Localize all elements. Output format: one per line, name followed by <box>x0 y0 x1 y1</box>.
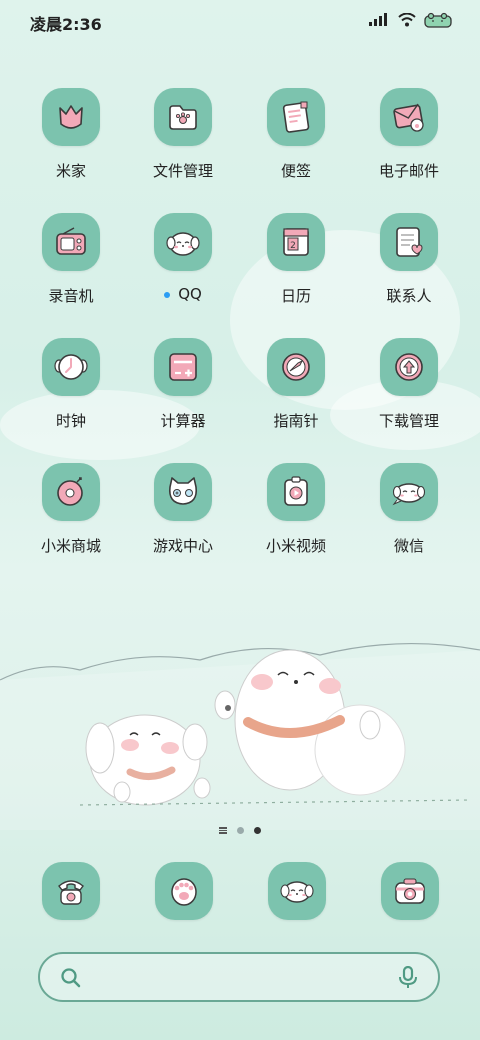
status-time: 凌晨2:36 <box>30 15 102 34</box>
app-icon-tile: 2 <box>267 213 325 271</box>
wechat-icon <box>392 483 426 506</box>
app-label: 文件管理 <box>152 162 213 180</box>
app-label: 便签 <box>280 162 311 180</box>
dock-phone[interactable] <box>42 862 100 920</box>
app-notes[interactable]: 便签 <box>240 88 352 208</box>
email-icon <box>393 103 424 132</box>
recorder-icon <box>56 227 86 255</box>
app-label: 米家 <box>55 162 86 180</box>
app-icon-tile <box>155 862 213 920</box>
app-label: 下载管理 <box>378 412 439 430</box>
status-bar: 凌晨2:36 <box>0 0 480 44</box>
search-icon <box>61 968 81 988</box>
app-file-manager[interactable]: 文件管理 <box>127 88 239 208</box>
app-icon-tile <box>380 338 438 396</box>
dock-camera[interactable] <box>381 862 439 920</box>
app-label: 联系人 <box>386 287 432 305</box>
puppy-browser-icon <box>280 881 314 903</box>
app-icon-tile <box>42 213 100 271</box>
app-label: 小米视频 <box>265 537 326 555</box>
wifi-icon <box>398 13 416 27</box>
app-icon-tile <box>380 88 438 146</box>
app-icon-tile <box>42 88 100 146</box>
dock-messages[interactable] <box>155 862 213 920</box>
notes-icon <box>282 101 310 133</box>
search-bar[interactable] <box>38 952 440 1002</box>
app-label: 时钟 <box>55 412 86 430</box>
contacts-icon <box>396 227 423 257</box>
app-icon-tile <box>267 88 325 146</box>
qq-icon <box>166 232 200 256</box>
app-icon-tile <box>154 338 212 396</box>
page-dot-2-active <box>254 826 261 834</box>
app-contacts[interactable]: 联系人 <box>353 213 465 333</box>
app-icon-tile <box>42 463 100 521</box>
game-center-icon <box>168 477 198 505</box>
app-recorder[interactable]: 录音机 <box>15 213 127 333</box>
app-icon-tile <box>268 862 326 920</box>
battery-icon <box>424 12 452 28</box>
app-icon-tile <box>381 862 439 920</box>
app-label: 电子邮件 <box>378 162 439 180</box>
page-dot-1 <box>237 826 244 834</box>
app-email[interactable]: 电子邮件 <box>353 88 465 208</box>
app-icon-tile <box>267 338 325 396</box>
app-icon-tile <box>380 463 438 521</box>
paw-messages-icon <box>171 878 197 906</box>
app-icon-tile <box>380 213 438 271</box>
microphone-icon[interactable] <box>398 966 418 990</box>
signal-bars-icon <box>369 13 387 26</box>
app-icon-tile <box>42 338 100 396</box>
calculator-icon <box>169 353 197 381</box>
app-mi-store[interactable]: 小米商城 <box>15 463 127 583</box>
app-download-manager[interactable]: 下载管理 <box>353 338 465 458</box>
phone-icon <box>58 880 84 905</box>
page-indicator[interactable] <box>0 824 480 836</box>
app-label: 录音机 <box>48 287 94 305</box>
app-label: QQ <box>127 285 239 303</box>
camera-icon <box>395 878 425 904</box>
app-label: 微信 <box>393 537 424 555</box>
app-icon-tile <box>154 88 212 146</box>
download-icon <box>395 353 423 381</box>
mi-store-icon <box>57 477 83 506</box>
app-mi-home[interactable]: 米家 <box>15 88 127 208</box>
app-label: 小米商城 <box>40 537 101 555</box>
file-manager-icon <box>169 105 197 130</box>
calendar-day: 2 <box>290 241 296 251</box>
app-qq[interactable]: QQ <box>127 213 239 333</box>
app-compass[interactable]: 指南针 <box>240 338 352 458</box>
calendar-icon: 2 <box>283 228 309 256</box>
app-drawer-indicator-icon <box>219 826 227 834</box>
wallpaper-puppies-illustration <box>0 643 480 830</box>
notification-dot <box>164 291 171 298</box>
app-icon-tile <box>42 862 100 920</box>
status-icons <box>368 12 454 28</box>
app-label: 日历 <box>280 287 311 305</box>
app-game-center[interactable]: 游戏中心 <box>127 463 239 583</box>
mi-home-icon <box>59 105 83 129</box>
app-label: 计算器 <box>160 412 206 430</box>
app-label-text: QQ <box>178 285 202 303</box>
app-icon-tile <box>154 463 212 521</box>
dock-browser[interactable] <box>268 862 326 920</box>
compass-icon <box>282 353 310 381</box>
app-icon-tile <box>154 213 212 271</box>
app-calculator[interactable]: 计算器 <box>127 338 239 458</box>
app-calendar[interactable]: 2 日历 <box>240 213 352 333</box>
mi-video-icon <box>284 476 308 506</box>
app-mi-video[interactable]: 小米视频 <box>240 463 352 583</box>
app-icon-tile <box>267 463 325 521</box>
app-wechat[interactable]: 微信 <box>353 463 465 583</box>
app-label: 指南针 <box>273 412 319 430</box>
clock-icon <box>54 354 88 380</box>
app-clock[interactable]: 时钟 <box>15 338 127 458</box>
app-label: 游戏中心 <box>152 537 213 555</box>
